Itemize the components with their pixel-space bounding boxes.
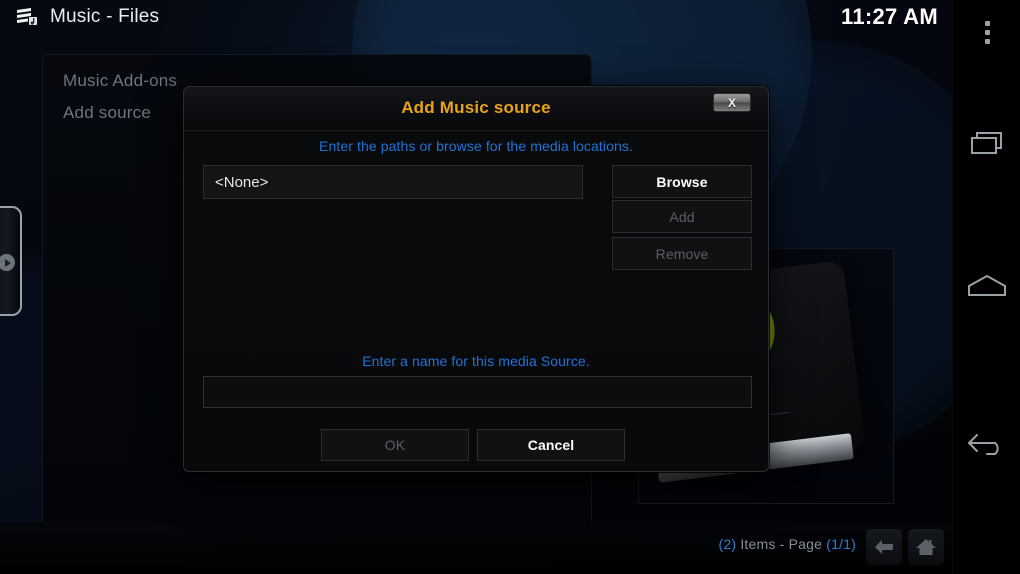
status-bar: (2) Items - Page (1/1) [0, 522, 952, 574]
add-music-source-dialog: Add Music source X Enter the paths or br… [183, 86, 769, 472]
browse-button[interactable]: Browse [612, 165, 752, 198]
side-slideout-panel[interactable] [0, 206, 22, 316]
recents-icon[interactable] [953, 116, 1020, 172]
dialog-title: Add Music source [401, 98, 551, 117]
paths-hint-label: Enter the paths or browse for the media … [319, 138, 633, 154]
screen-root: Music - Files 11:27 AM Music Add-ons Add… [0, 0, 1020, 574]
items-label: Items - Page [736, 536, 827, 552]
add-button[interactable]: Add [612, 200, 752, 233]
top-bar: Music - Files 11:27 AM [0, 0, 952, 38]
name-hint-label: Enter a name for this media Source. [362, 353, 590, 369]
path-list[interactable]: <None> [203, 165, 583, 347]
page-title: Music - Files [50, 6, 160, 27]
music-files-icon [14, 5, 40, 31]
list-item-music-addons[interactable]: Music Add-ons [63, 71, 177, 91]
home-icon[interactable] [908, 529, 944, 565]
source-name-input[interactable] [203, 376, 752, 408]
page-value: 1/1 [831, 536, 852, 552]
home-icon[interactable] [953, 258, 1020, 314]
clock: 11:27 AM [841, 4, 938, 29]
ok-button[interactable]: OK [321, 429, 469, 461]
kodi-app-area: Music - Files 11:27 AM Music Add-ons Add… [0, 0, 952, 574]
close-icon[interactable]: X [713, 93, 751, 112]
play-circle-icon[interactable] [0, 254, 15, 271]
android-navigation-bar [952, 0, 1020, 574]
cancel-button[interactable]: Cancel [477, 429, 625, 461]
overflow-menu-icon[interactable] [953, 4, 1020, 60]
page-close-paren: ) [851, 536, 856, 552]
back-arrow-icon[interactable] [866, 529, 902, 565]
list-item[interactable]: <None> [203, 165, 583, 199]
remove-button[interactable]: Remove [612, 237, 752, 270]
back-icon[interactable] [953, 416, 1020, 472]
list-item-add-source[interactable]: Add source [63, 103, 151, 123]
dialog-header: Add Music source X [184, 87, 768, 131]
items-page-info: (2) Items - Page (1/1) [718, 536, 856, 552]
